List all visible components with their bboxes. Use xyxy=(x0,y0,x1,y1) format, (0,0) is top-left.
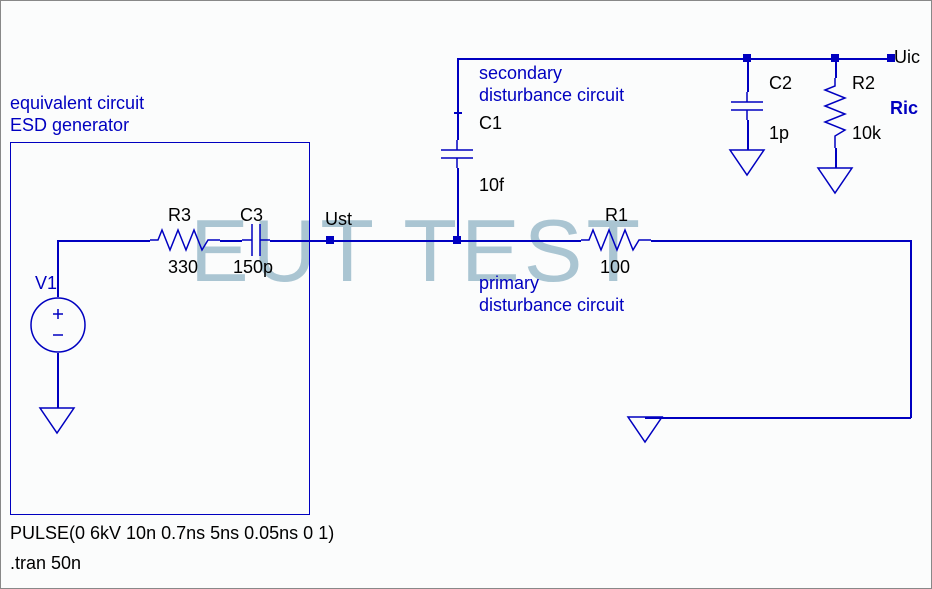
c1-value: 10f xyxy=(479,175,504,196)
junction-icon xyxy=(831,54,839,62)
capacitor-c3 xyxy=(242,222,270,258)
c1-name: C1 xyxy=(479,113,502,134)
r1-value: 100 xyxy=(600,257,630,278)
junction-icon xyxy=(743,54,751,62)
primary-label-2: disturbance circuit xyxy=(479,295,624,316)
r2-value: 10k xyxy=(852,123,881,144)
c2-value: 1p xyxy=(769,123,789,144)
title-line1: equivalent circuit xyxy=(10,93,144,114)
resistor-r2 xyxy=(823,78,847,148)
ground-icon xyxy=(628,417,662,445)
r3-value: 330 xyxy=(168,257,198,278)
node-uic-icon xyxy=(887,54,895,62)
ric-name: Ric xyxy=(890,98,918,119)
secondary-label-1: secondary xyxy=(479,63,562,84)
capacitor-c1 xyxy=(439,140,475,168)
primary-label-1: primary xyxy=(479,273,539,294)
net-ust: Ust xyxy=(325,209,352,230)
c3-value: 150p xyxy=(233,257,273,278)
voltage-source-v1 xyxy=(30,297,86,353)
resistor-r1 xyxy=(581,228,651,252)
node-ust-icon xyxy=(326,236,334,244)
net-uic: Uic xyxy=(894,47,920,68)
title-line2: ESD generator xyxy=(10,115,129,136)
resistor-r3 xyxy=(150,228,220,252)
secondary-label-2: disturbance circuit xyxy=(479,85,624,106)
c2-name: C2 xyxy=(769,73,792,94)
spice-pulse: PULSE(0 6kV 10n 0.7ns 5ns 0.05ns 0 1) xyxy=(10,523,334,544)
spice-tran: .tran 50n xyxy=(10,553,81,574)
c3-name: C3 xyxy=(240,205,263,226)
v1-name: V1 xyxy=(35,273,57,294)
ground-icon xyxy=(818,168,852,196)
r2-name: R2 xyxy=(852,73,875,94)
capacitor-c2 xyxy=(729,92,765,120)
ground-icon xyxy=(40,408,74,436)
ground-icon xyxy=(730,150,764,178)
r1-name: R1 xyxy=(605,205,628,226)
r3-name: R3 xyxy=(168,205,191,226)
